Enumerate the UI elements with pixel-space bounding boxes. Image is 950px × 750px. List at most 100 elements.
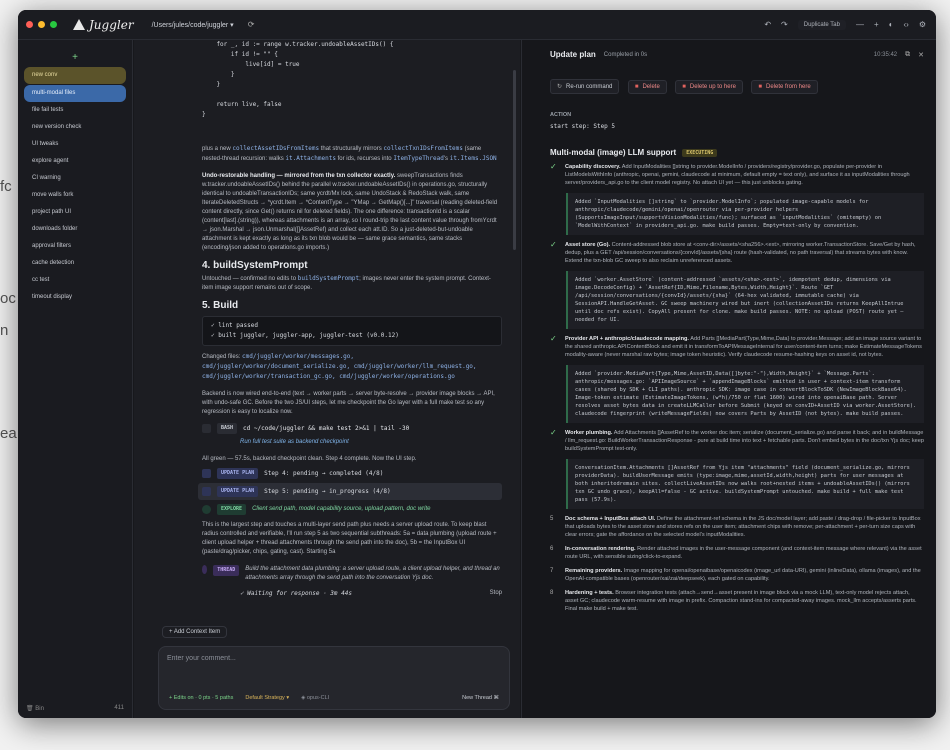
trash-icon: ■: [634, 84, 639, 90]
step-text: In-conversation rendering. Render attach…: [565, 545, 924, 561]
trash-icon: ■: [758, 84, 762, 90]
plan-step: 5 Doc schema + InputBox attach UI. Define…: [550, 515, 924, 539]
model-select[interactable]: ◈ opus-CLI: [301, 695, 329, 701]
check-icon: ✓: [550, 162, 557, 171]
step-text: Remaining providers. Image mapping for o…: [565, 567, 924, 583]
explore-icon: [202, 505, 211, 514]
bash-command: cd ~/code/juggler && make test 2>&1 | ta…: [243, 424, 410, 432]
thread-text: Build the attachment data plumbing: a se…: [245, 566, 500, 581]
app-logo: Juggler: [73, 18, 134, 32]
sidebar: + new conv multi-modal files file fail tes…: [18, 40, 133, 718]
duplicate-tab-button[interactable]: Duplicate Tab: [797, 19, 846, 30]
app-name: Juggler: [89, 17, 134, 32]
redo-icon[interactable]: ↷: [781, 20, 788, 29]
chat-paragraph: plus a new collectAssetIDsFromItems that…: [202, 145, 497, 162]
code-icon[interactable]: ‹›: [904, 20, 909, 29]
sidebar-item[interactable]: multi-modal files: [24, 85, 126, 102]
step-number: 8: [550, 590, 554, 596]
undo-icon[interactable]: ↶: [764, 20, 771, 29]
bash-call[interactable]: BASH cd ~/code/juggler && make test 2>&1…: [202, 423, 502, 434]
step-result: Added `worker.AssetStore` (content-addre…: [566, 271, 924, 329]
add-context-button[interactable]: + Add Context Item: [162, 626, 228, 638]
close-window-button[interactable]: [26, 21, 33, 28]
zoom-in-icon[interactable]: +: [874, 20, 879, 29]
desktop-text: n: [0, 322, 9, 339]
new-thread-button[interactable]: New Thread ⌘: [462, 695, 499, 701]
check-icon: ✓: [550, 428, 557, 437]
close-icon[interactable]: ✕: [918, 51, 924, 59]
sidebar-item[interactable]: approval filters: [24, 238, 126, 255]
update-plan-badge: UPDATE PLAN: [217, 486, 259, 497]
new-conversation-icon[interactable]: +: [18, 52, 132, 63]
panel-title: Update plan: [550, 50, 596, 59]
desktop-text: fc: [0, 178, 12, 195]
sidebar-item[interactable]: UI tweaks: [24, 136, 126, 153]
step-title: Provider API + anthropic/claudecode mapp…: [565, 336, 689, 342]
delete-button[interactable]: ■ Delete: [627, 80, 667, 94]
waiting-row: ✓ Waiting for response · 3m 44s Stop: [240, 589, 502, 599]
executing-badge: EXECUTING: [682, 148, 718, 157]
stop-button[interactable]: Stop: [490, 589, 502, 599]
rerun-button[interactable]: ↻ Re-run command: [550, 79, 620, 94]
changed-files: Changed files: cmd/juggler/worker/messag…: [202, 353, 477, 380]
plan-update-row[interactable]: UPDATE PLAN Step 4: pending → completed (…: [202, 468, 502, 479]
bin-link[interactable]: 🗑 Bin: [26, 705, 44, 712]
sidebar-item[interactable]: CI warning: [24, 170, 126, 187]
delete-from-button[interactable]: ■ Delete from here: [751, 80, 818, 94]
copy-icon[interactable]: ⧉: [905, 51, 910, 59]
chat-scrollbar[interactable]: [513, 70, 516, 250]
step-text: Asset store (Go). Content-addressed blob…: [565, 241, 924, 265]
step-number: 5: [550, 516, 554, 522]
bash-description: Run full test suite as backend checkpoin…: [240, 439, 349, 445]
panel-time: 10:35:42: [873, 51, 898, 58]
section-heading: 4. buildSystemPrompt: [202, 260, 308, 271]
sidebar-list: new conv multi-modal files file fail tests…: [18, 67, 132, 306]
minimize-window-button[interactable]: [38, 21, 45, 28]
sidebar-item[interactable]: move walls fork: [24, 187, 126, 204]
step-title: Remaining providers.: [565, 568, 623, 574]
sidebar-item[interactable]: project path UI: [24, 204, 126, 221]
sidebar-item[interactable]: new version check: [24, 119, 126, 136]
check-icon: ✓: [550, 334, 557, 343]
theme-icon[interactable]: ◐: [889, 20, 894, 29]
bash-badge: BASH: [217, 423, 238, 434]
chat-paragraph: Backend is now wired end-to-end (text → …: [202, 391, 495, 415]
sidebar-item[interactable]: timeout display: [24, 289, 126, 306]
waiting-status: ✓ Waiting for response · 3m 44s: [240, 590, 352, 597]
plan-step: 8 Hardening + tests. Browser integration …: [550, 589, 924, 613]
zoom-out-icon[interactable]: —: [856, 20, 864, 29]
sidebar-item[interactable]: explore agent: [24, 153, 126, 170]
refresh-icon[interactable]: ⟳: [248, 20, 255, 29]
sidebar-item[interactable]: new conv: [24, 67, 126, 84]
chat-paragraph: Undo-restorable handling — mirrored from…: [202, 173, 498, 251]
bin-count: 411: [114, 705, 124, 711]
plan-update-row-selected[interactable]: UPDATE PLAN Step 5: pending → in_progress…: [198, 483, 502, 500]
sidebar-item[interactable]: cc test: [24, 272, 126, 289]
detail-panel: Update plan Completed in 0s 10:35:42 ⧉ ✕…: [521, 40, 936, 718]
explore-row[interactable]: EXPLORE Client send path, model capabilit…: [202, 504, 502, 515]
explore-text: Client send path, model capability sourc…: [252, 506, 431, 512]
chat-pane: for _, id := range w.tracker.undoableAss…: [134, 40, 520, 718]
sidebar-item[interactable]: downloads folder: [24, 221, 126, 238]
project-path[interactable]: /Users/jules/code/juggler ▾: [152, 21, 234, 29]
build-output: ✓ lint passed ✓ built juggler, juggler-a…: [202, 316, 502, 346]
delete-up-button[interactable]: ■ Delete up to here: [675, 80, 743, 94]
thread-row[interactable]: THREAD Build the attachment data plumbing…: [202, 565, 502, 583]
sidebar-item[interactable]: cache detection: [24, 255, 126, 272]
zoom-window-button[interactable]: [50, 21, 57, 28]
thread-icon: [202, 565, 208, 574]
step-text: Hardening + tests. Browser integration t…: [565, 589, 924, 613]
step-text: Provider API + anthropic/claudecode mapp…: [565, 335, 924, 359]
step-text: Worker plumbing. Add Attachments []Asset…: [565, 429, 924, 453]
update-plan-badge: UPDATE PLAN: [217, 468, 259, 479]
edits-status[interactable]: + Edits on · 0 pts · 5 paths: [169, 695, 233, 701]
composer-toolbar: + Edits on · 0 pts · 5 paths Default Str…: [169, 695, 499, 701]
action-value: start step: Step 5: [550, 123, 616, 130]
sidebar-footer: 🗑 Bin 411: [26, 705, 124, 712]
sidebar-item[interactable]: file fail tests: [24, 102, 126, 119]
rerun-icon: ↻: [557, 84, 563, 90]
comment-input[interactable]: Enter your comment...: [167, 655, 501, 662]
step-description: Browser integration tests (attach→send→a…: [565, 590, 917, 612]
settings-icon[interactable]: ⚙: [919, 20, 926, 29]
strategy-select[interactable]: Default Strategy ▾: [245, 695, 289, 701]
